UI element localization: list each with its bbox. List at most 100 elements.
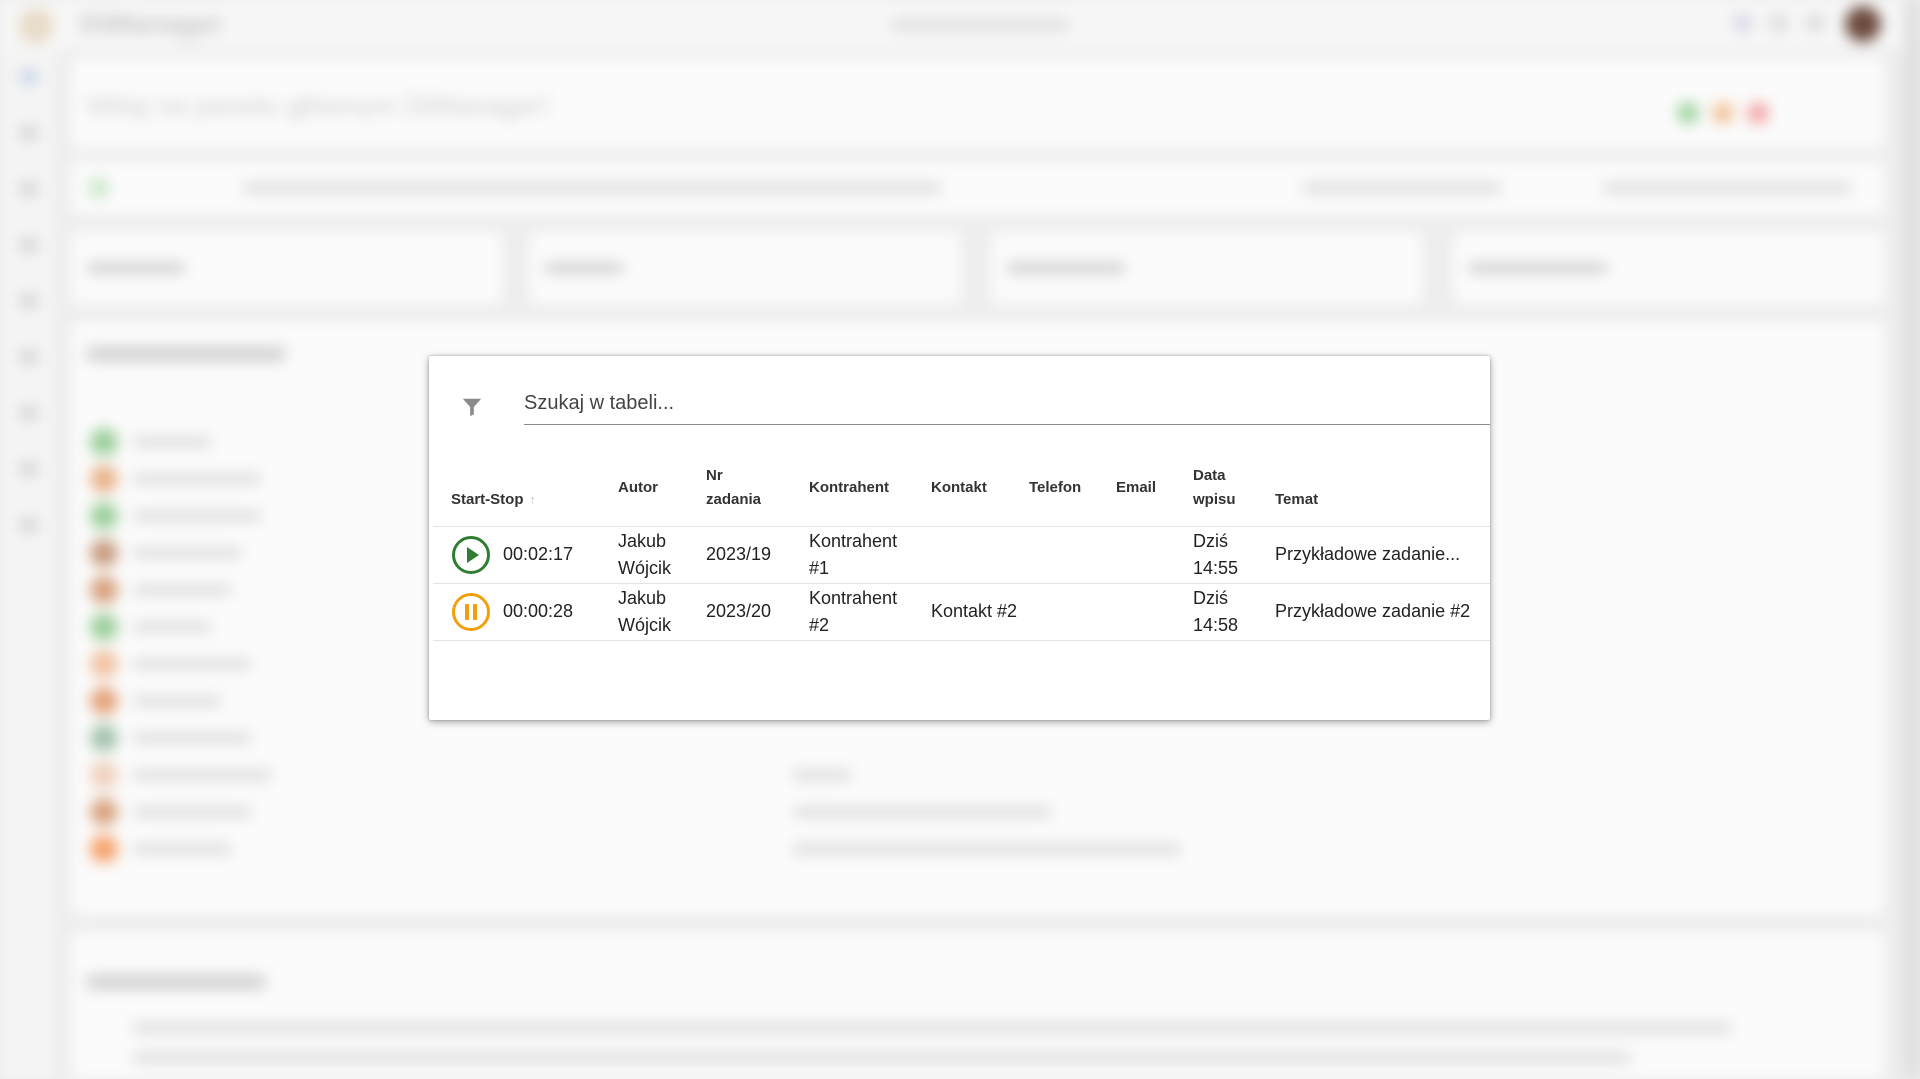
email-cell [1116,583,1193,641]
user-avatar [1845,6,1881,42]
row-placeholder [132,436,212,448]
email-cell [1116,526,1193,584]
sidebar-icon [20,518,38,532]
column-header-label: Autor [618,478,658,496]
column-header-email[interactable]: Email [1116,456,1193,527]
summary-card [992,232,1422,304]
row-placeholder [132,806,252,818]
row-placeholder [132,1022,1732,1034]
contact-cell [931,526,1029,584]
avatar [90,835,118,863]
avatar [90,613,118,641]
row-placeholder [132,547,242,559]
welcome-card: Witaj na panelu głównym DiManager! [72,58,1884,148]
row-placeholder [132,621,212,633]
summary-card [72,232,502,304]
table-row[interactable]: 00:00:28 Jakub Wójcik 2023/20 Kontrahent… [433,583,1490,641]
app-title: DiManager [80,8,224,39]
table-header-row: Start-Stop ↑ Autor Nr zadania Kontrahent … [433,456,1490,527]
table-row[interactable]: 00:02:17 Jakub Wójcik 2023/19 Kontrahent… [433,526,1490,584]
filter-icon[interactable] [461,396,483,418]
entry-date-cell: Dziś 14:58 [1193,583,1275,641]
sidebar-icon [20,182,38,196]
entry-date-cell: Dziś 14:55 [1193,526,1275,584]
sidebar-icon [20,294,38,308]
sort-arrow-icon: ↑ [529,491,537,507]
column-header-start-stop[interactable]: Start-Stop ↑ [433,456,618,527]
row-placeholder [792,769,852,781]
avatar [90,650,118,678]
avatar [90,465,118,493]
row-placeholder [132,695,222,707]
sidebar-icon [20,406,38,420]
sidebar-icon [20,238,38,252]
row-placeholder [132,1052,1632,1064]
sidebar-icon [20,350,38,364]
filter-placeholder [1602,182,1852,194]
table-search-row [429,356,1490,432]
status-dot [88,177,110,199]
phone-cell [1029,583,1116,641]
task-no-cell: 2023/20 [706,583,809,641]
table-title-placeholder [86,974,266,990]
row-placeholder [792,806,1052,818]
settings-icon [1770,14,1788,32]
column-header-label: Start-Stop [451,490,524,508]
column-header-label: Data wpisu [1193,466,1236,508]
sidebar-home-icon [20,70,38,84]
column-header-task-no[interactable]: Nr zadania [706,456,809,527]
phone-cell [1029,526,1116,584]
status-dot [1712,102,1734,124]
summary-card [1454,232,1884,304]
avatar [90,576,118,604]
subject-cell: Przykładowe zadanie... [1275,526,1490,584]
app-topbar: DiManager [0,0,1920,48]
filter-placeholder [1302,182,1502,194]
row-placeholder [132,584,232,596]
help-icon [1806,14,1824,32]
row-placeholder [132,473,262,485]
play-icon[interactable] [451,535,491,575]
row-placeholder [132,843,232,855]
start-stop-cell: 00:02:17 [433,526,618,584]
column-header-contact[interactable]: Kontakt [931,456,1029,527]
contact-cell: Kontakt #2 [931,583,1029,641]
summary-card [530,232,960,304]
tasks-timer-dialog: Start-Stop ↑ Autor Nr zadania Kontrahent … [429,356,1490,720]
status-dot [1677,102,1699,124]
timer-value: 00:00:28 [503,601,574,621]
table-search-input[interactable] [524,382,1490,425]
app-logo [18,8,54,44]
status-dot [1747,102,1769,124]
column-header-author[interactable]: Autor [618,456,706,527]
page-scrollbar [1904,0,1920,1079]
column-header-label: Nr zadania [706,466,762,508]
subject-cell: Przykładowe zadanie #2 [1275,583,1490,641]
sidebar-icon [20,126,38,140]
pause-icon[interactable] [451,592,491,632]
column-header-label: Kontakt [931,478,987,496]
column-header-phone[interactable]: Telefon [1029,456,1116,527]
column-header-entry-date[interactable]: Data wpisu [1193,456,1275,527]
avatar [90,428,118,456]
row-placeholder [132,510,262,522]
top-center-placeholder [890,18,1070,32]
task-no-cell: 2023/19 [706,526,809,584]
column-header-subject[interactable]: Temat [1275,456,1490,527]
row-placeholder [132,732,252,744]
avatar [90,761,118,789]
table-title-placeholder [86,346,286,362]
sidebar-icon [20,462,38,476]
column-header-label: Telefon [1029,478,1082,496]
card-title-placeholder [86,262,186,274]
column-header-label: Kontrahent [809,478,889,496]
timer-value: 00:02:17 [503,544,574,564]
contractor-cell: Kontrahent #1 [809,526,931,584]
column-header-contractor[interactable]: Kontrahent [809,456,931,527]
tasks-table: Start-Stop ↑ Autor Nr zadania Kontrahent … [433,456,1490,641]
notification-icon [1734,14,1752,32]
sidebar [0,48,56,1079]
row-placeholder [792,843,1182,855]
welcome-text: Witaj na panelu głównym DiManager! [86,90,550,121]
filter-placeholder [242,182,942,194]
